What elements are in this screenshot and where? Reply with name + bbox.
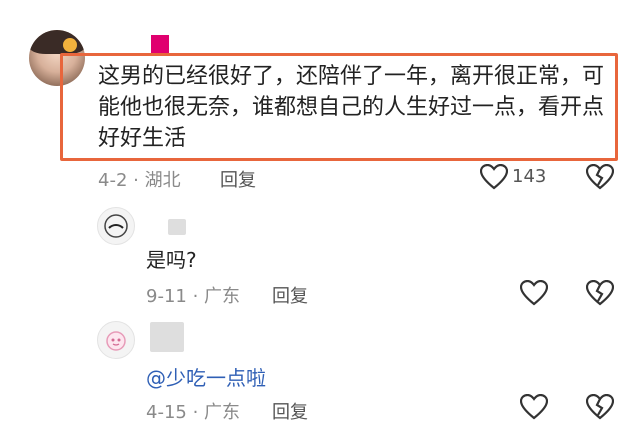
heart-outline-icon: [520, 394, 548, 420]
avatar-cartoon-icon: [106, 331, 126, 351]
broken-heart-icon: [586, 280, 614, 306]
reply-text: 是吗?: [146, 248, 197, 272]
heart-outline-icon: [520, 280, 548, 306]
broken-heart-icon: [586, 164, 614, 190]
like-button[interactable]: [520, 394, 548, 420]
reply-button[interactable]: 回复: [272, 282, 308, 308]
reply-username-blurred: [168, 219, 186, 235]
comment-meta: 4-2 · 湖北: [98, 170, 181, 191]
reply-button[interactable]: 回复: [272, 398, 308, 424]
heart-outline-icon: [480, 164, 508, 190]
reply-user-avatar[interactable]: [97, 321, 135, 359]
dislike-button[interactable]: [586, 164, 614, 190]
like-button[interactable]: [520, 280, 548, 306]
reply-meta: 4-15 · 广东: [146, 402, 241, 423]
comment-text: 这男的已经很好了，还陪伴了一年，离开很正常，可能他也很无奈，谁都想自己的人生好过…: [98, 64, 605, 151]
user-badge: [151, 35, 169, 53]
dislike-button[interactable]: [586, 280, 614, 306]
reply-button[interactable]: 回复: [220, 166, 256, 192]
reply-meta: 9-11 · 广东: [146, 286, 241, 307]
reply-user-avatar[interactable]: [97, 207, 135, 245]
reply-username-blurred: [150, 322, 184, 352]
broken-heart-icon: [586, 394, 614, 420]
mention-link[interactable]: @少吃一点啦: [146, 362, 266, 391]
dislike-button[interactable]: [586, 394, 614, 420]
avatar-flower: [63, 38, 77, 52]
like-count: 143: [512, 166, 547, 187]
avatar-ink-icon: [104, 214, 128, 238]
like-button[interactable]: [480, 164, 508, 190]
